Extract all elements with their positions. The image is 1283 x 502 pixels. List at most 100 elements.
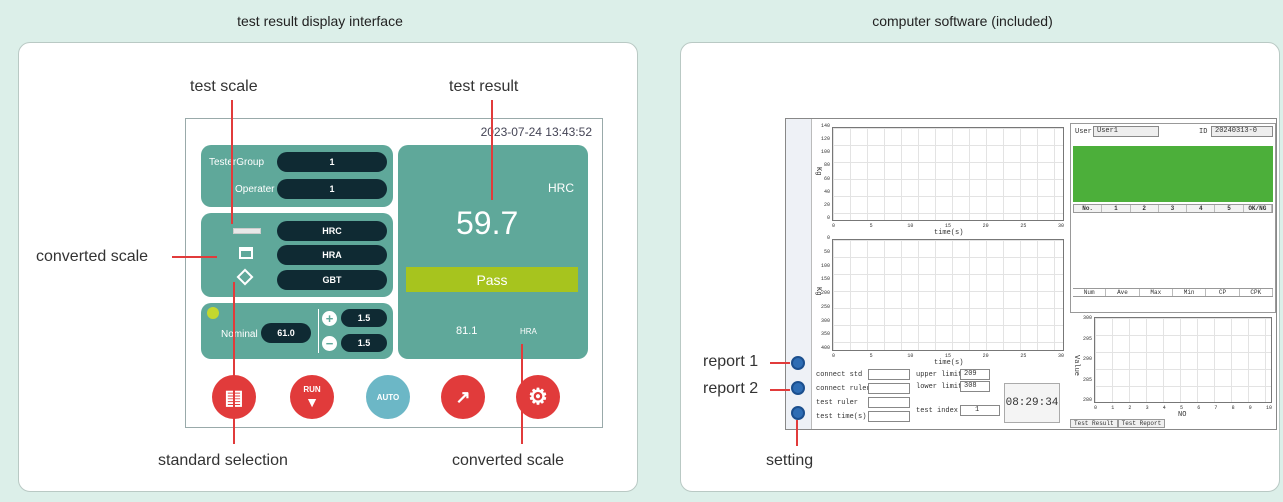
callout-test-scale: test scale: [190, 78, 258, 95]
y-tick-label: 350: [820, 331, 830, 338]
connect-ruler-input[interactable]: [868, 383, 910, 394]
result-card: HRC 59.7 Pass 81.1 HRA: [398, 145, 588, 359]
x-axis-label: NO: [1178, 411, 1187, 419]
y-tick-label: 150: [820, 276, 830, 283]
run-label: RUN: [303, 384, 321, 394]
chart-button[interactable]: ↗: [441, 375, 485, 419]
y-tick-label: 300: [1082, 315, 1092, 321]
software-window: 140 120 100 80 60 40 20 0 Kg 0 5 10 15 20 25 30 time(…: [785, 118, 1277, 430]
callout-converted-scale-left: converted scale: [36, 248, 149, 265]
tester-group-field[interactable]: 1: [277, 152, 387, 172]
y-tick-label: 400: [820, 345, 830, 351]
x-tick-label: 8: [1231, 405, 1235, 411]
nominal-field[interactable]: 61.0: [261, 323, 311, 343]
setting-icon[interactable]: [791, 406, 805, 420]
nominal-card: Nominal 61.0 + 1.5 − 1.5: [201, 303, 393, 359]
tester-group-label: TesterGroup: [209, 157, 265, 168]
y-axis-label: Value: [1072, 355, 1080, 377]
x-tick-label: 1: [1111, 405, 1115, 411]
x-tick-label: 3: [1145, 405, 1149, 411]
converted-scale-field[interactable]: HRA: [277, 245, 387, 265]
report1-icon[interactable]: [791, 356, 805, 370]
stats-header-cell: Num: [1073, 289, 1107, 296]
x-tick-label: 0: [832, 223, 836, 229]
report2-icon[interactable]: [791, 381, 805, 395]
x-tick-label: 10: [907, 353, 914, 359]
y-tick-label: 80: [823, 162, 830, 169]
divider: [318, 309, 319, 353]
upper-limit-input[interactable]: 209: [960, 369, 990, 380]
x-tick-label: 5: [869, 353, 873, 359]
stats-header-cell: CPK: [1240, 289, 1273, 296]
stats-header-cell: Max: [1140, 289, 1173, 296]
chart-plot: [832, 127, 1064, 221]
x-tick-label: 0: [1094, 405, 1098, 411]
nominal-label: Nominal: [221, 329, 258, 340]
result-scale: HRC: [548, 181, 574, 195]
download-icon: ▼: [305, 393, 319, 410]
y-tick-label: 0: [826, 215, 830, 221]
table-header-cell: 3: [1159, 205, 1188, 212]
converted-scale-text: HRA: [520, 327, 537, 336]
tab[interactable]: Test Report: [1117, 419, 1166, 428]
x-tick-label: 30: [1058, 223, 1065, 229]
id-label: ID: [1199, 128, 1208, 136]
y-tick-label: 60: [823, 175, 830, 182]
plus-icon[interactable]: +: [322, 311, 337, 326]
results-area: User User1 ID 20240313-0 No. 1 2 3 4 5 OK/NG N…: [1070, 123, 1276, 313]
y-tick-label: 295: [1082, 335, 1092, 342]
x-tick-label: 0: [832, 353, 836, 359]
scale-card: HRC HRA GBT: [201, 213, 393, 297]
callout-line: [796, 420, 798, 446]
check-icon: [207, 307, 219, 319]
callout-setting: setting: [766, 452, 814, 469]
x-tick-label: 7: [1214, 405, 1218, 411]
table-header-cell: 1: [1102, 205, 1131, 212]
x-axis-label: time(s): [934, 359, 964, 367]
test-ruler-input[interactable]: [868, 397, 910, 408]
test-index-stepper[interactable]: 1: [960, 405, 1000, 416]
minus-tolerance-field[interactable]: 1.5: [341, 334, 387, 352]
test-form: connect std connect ruler test ruler tes…: [814, 369, 1064, 427]
test-index-label: test index: [916, 407, 959, 415]
y-tick-label: 120: [820, 136, 830, 143]
left-heading: test result display interface: [237, 13, 403, 29]
test-scale-field[interactable]: HRC: [277, 221, 387, 241]
x-tick-label: 20: [982, 223, 989, 229]
operater-field[interactable]: 1: [277, 179, 387, 199]
test-times-input[interactable]: [868, 411, 910, 422]
run-button[interactable]: RUN ▼: [290, 375, 334, 419]
y-axis-label: Kg: [814, 287, 822, 296]
stats-header-cell: Min: [1173, 289, 1207, 296]
minus-icon[interactable]: −: [322, 336, 337, 351]
auto-button[interactable]: AUTO: [366, 375, 410, 419]
user-label: User: [1075, 128, 1092, 136]
x-tick-label: 2: [1128, 405, 1132, 411]
connect-std-label: connect std: [816, 371, 863, 379]
plus-tolerance-field[interactable]: 1.5: [341, 309, 387, 327]
standard-field[interactable]: GBT: [277, 270, 387, 290]
y-tick-label: 300: [820, 317, 830, 324]
y-tick-label: 250: [820, 303, 830, 310]
value-chart: Value 300 295 290 285 280 0 1 2 3 4 5 6 7 8 9 10 NO: [1070, 315, 1276, 419]
table-header-cell: 4: [1187, 205, 1216, 212]
y-tick-label: 100: [820, 262, 830, 269]
connect-std-input[interactable]: [868, 369, 910, 380]
y-tick-label: 290: [1082, 356, 1092, 362]
x-tick-label: 10: [907, 223, 914, 229]
callout-line: [231, 100, 233, 224]
y-tick-label: 280: [1082, 397, 1092, 403]
y-tick-label: 140: [820, 123, 830, 129]
lower-limit-input[interactable]: 308: [960, 381, 990, 392]
chart-plot: [832, 239, 1064, 351]
callout-line: [172, 256, 217, 258]
tab[interactable]: Test Result: [1070, 419, 1118, 428]
user-input[interactable]: User1: [1093, 126, 1159, 137]
standard-icon: [236, 268, 254, 286]
callout-test-result: test result: [449, 78, 519, 95]
clock-display: 08:29:34: [1004, 383, 1060, 423]
id-input[interactable]: 20240313-0: [1211, 126, 1273, 137]
status-badge: Pass: [406, 267, 578, 292]
callout-line: [521, 344, 523, 444]
table-header-cell: 5: [1215, 205, 1244, 212]
